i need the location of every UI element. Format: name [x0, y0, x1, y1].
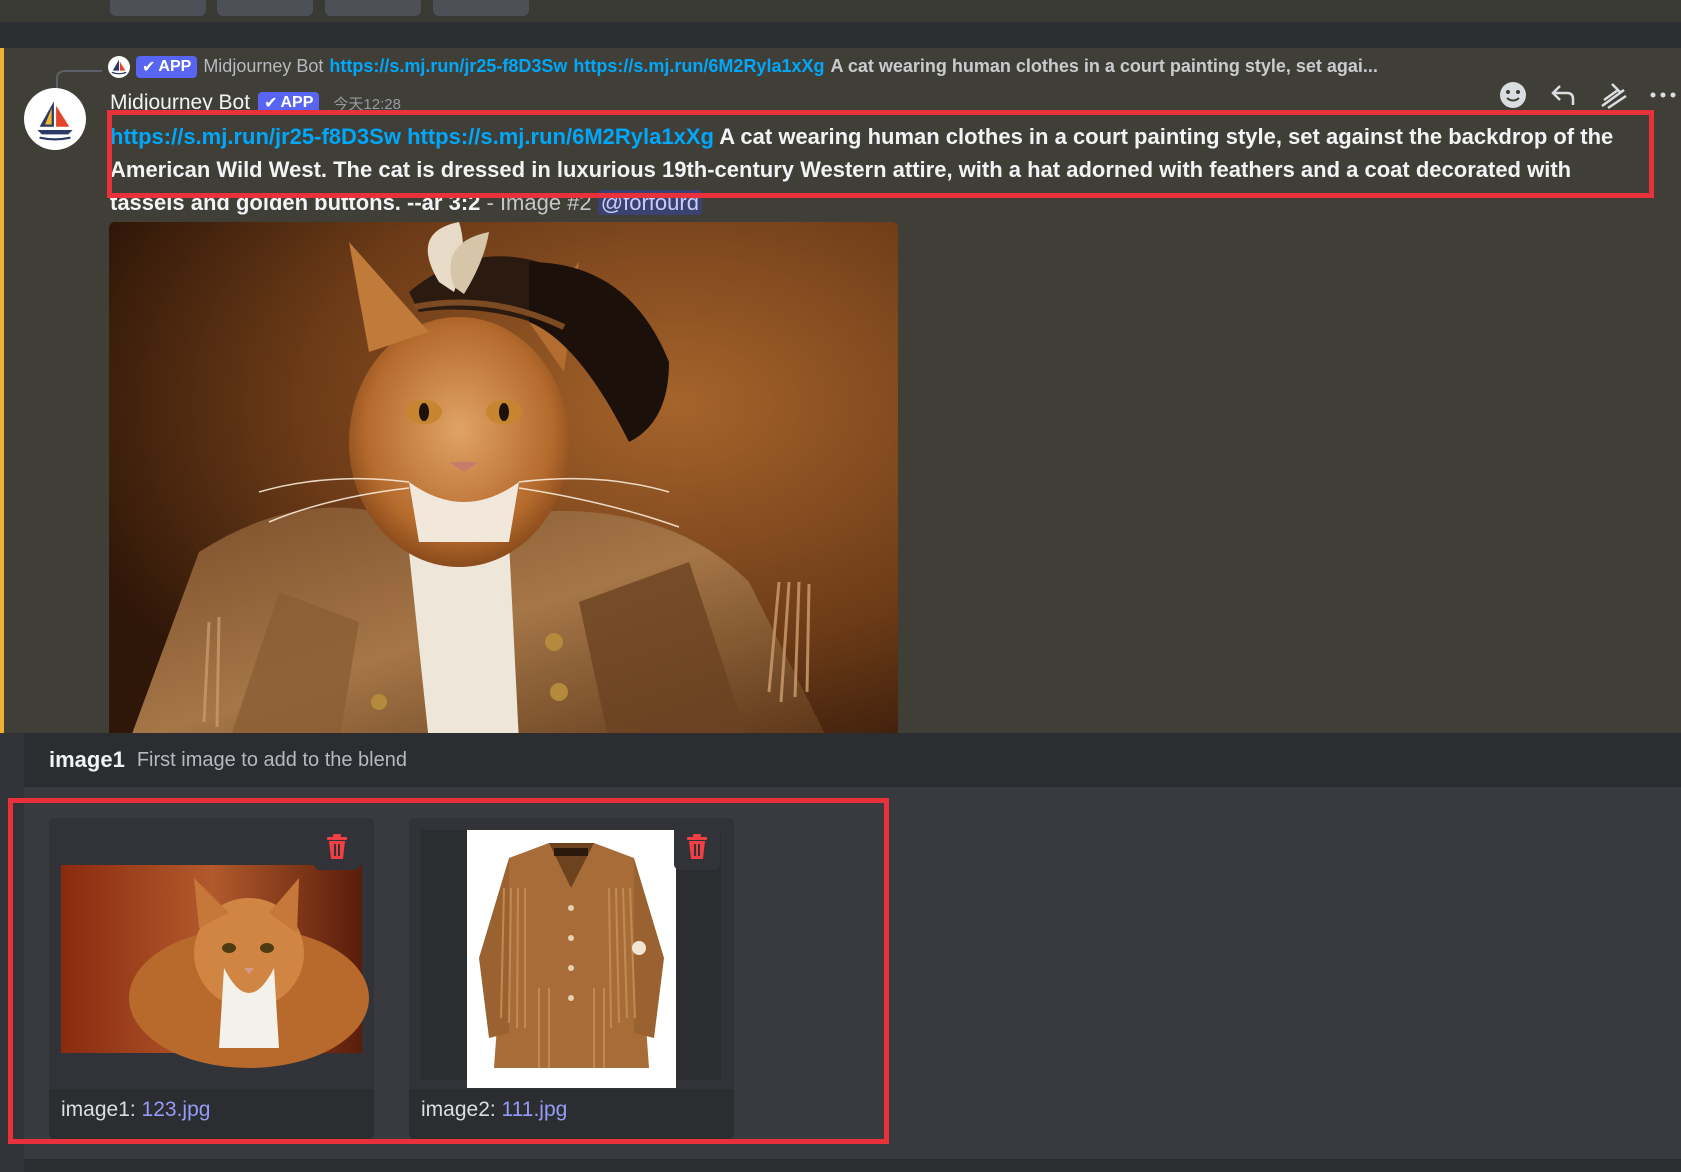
previous-message-strip: [0, 0, 1681, 22]
bot-avatar[interactable]: [24, 88, 86, 150]
panel-bottom: [24, 1159, 1681, 1172]
command-option-header: image1 First image to add to the blend: [24, 733, 1681, 787]
mention-highlight-bar: [0, 48, 4, 733]
app-badge: ✔ APP: [136, 56, 198, 78]
annotation-highlight-prompt: [107, 110, 1654, 198]
reply-avatar[interactable]: [108, 56, 130, 78]
app-command-icon[interactable]: [1597, 79, 1629, 111]
sailboat-icon: [111, 59, 127, 75]
previous-button[interactable]: [433, 0, 529, 16]
reply-reference[interactable]: ✔ APP Midjourney Bot https://s.mj.run/jr2…: [108, 54, 1378, 80]
option-name: image1: [49, 747, 125, 772]
option-description: First image to add to the blend: [136, 748, 407, 771]
previous-button[interactable]: [217, 0, 313, 16]
sailboat-icon: [37, 101, 73, 141]
reply-author[interactable]: Midjourney Bot: [203, 56, 323, 78]
check-icon: ✔: [142, 59, 156, 76]
divider: [0, 22, 1681, 48]
bot-message[interactable]: ✔ APP Midjourney Bot https://s.mj.run/jr2…: [0, 48, 1681, 733]
reply-text[interactable]: A cat wearing human clothes in a court p…: [830, 56, 1377, 78]
previous-button[interactable]: [110, 0, 206, 16]
reply-icon[interactable]: [1547, 79, 1579, 111]
previous-button[interactable]: [325, 0, 421, 16]
more-icon[interactable]: [1647, 79, 1679, 111]
cat-cowboy-painting: [109, 222, 898, 733]
reply-link-2[interactable]: https://s.mj.run/6M2Ryla1xXg: [573, 56, 824, 78]
reply-link-1[interactable]: https://s.mj.run/jr25-f8D3Sw: [329, 56, 567, 78]
annotation-highlight-attachments: [8, 798, 889, 1144]
add-reaction-icon[interactable]: [1497, 79, 1529, 111]
generated-image[interactable]: [109, 222, 898, 733]
